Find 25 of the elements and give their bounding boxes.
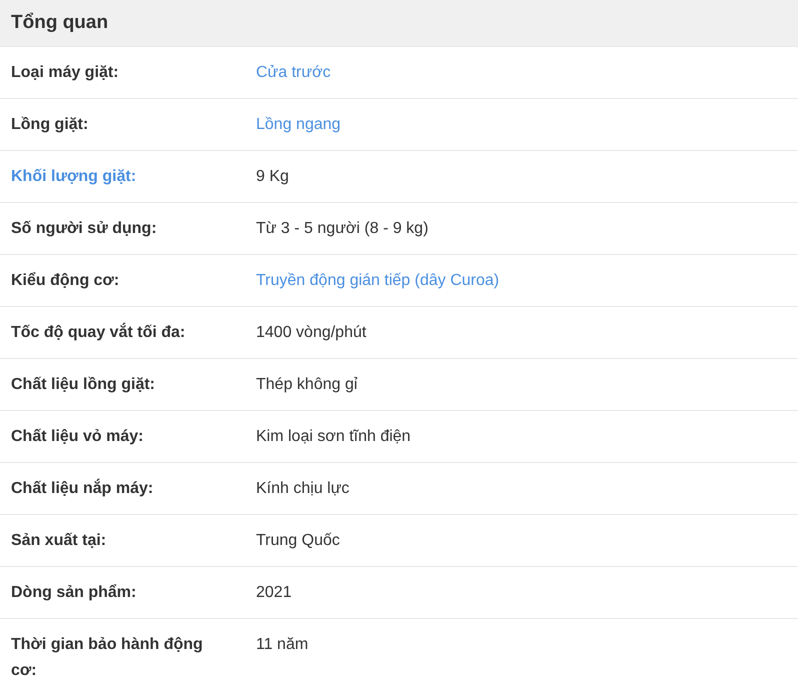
section-title: Tổng quan (11, 12, 108, 34)
spec-link[interactable]: Lồng ngang (256, 112, 341, 138)
spec-value: 11 năm (256, 635, 308, 655)
spec-label: Sản xuất tại: (11, 531, 106, 551)
spec-label: Số người sử dụng: (11, 219, 157, 239)
spec-value: 2021 (256, 583, 292, 603)
spec-label: Chất liệu nắp máy: (11, 478, 154, 499)
spec-link[interactable]: Cửa trước (256, 60, 331, 86)
spec-value: Trung Quốc (256, 531, 340, 551)
spec-value: 9 Kg (256, 167, 289, 187)
spec-label: Tốc độ quay vắt tối đa: (11, 322, 186, 343)
spec-value: Kim loại sơn tĩnh điện (256, 427, 411, 447)
spec-label: Thời gian bảo hành động cơ: (11, 635, 204, 681)
spec-link[interactable]: Khối lượng giặt: (11, 164, 136, 190)
spec-label: Loại máy giặt: (11, 63, 119, 83)
spec-value: Từ 3 - 5 người (8 - 9 kg) (256, 219, 428, 239)
spec-label: Chất liệu lồng giặt: (11, 375, 155, 395)
spec-label: Chất liệu vỏ máy: (11, 427, 144, 447)
spec-value: Thép không gỉ (256, 375, 358, 395)
spec-value: Kính chịu lực (256, 479, 350, 499)
spec-link[interactable]: Truyền động gián tiếp (dây Curoa) (256, 268, 500, 294)
spec-label: Kiểu động cơ: (11, 271, 120, 291)
spec-value: 1400 vòng/phút (256, 323, 366, 343)
spec-label: Lồng giặt: (11, 115, 88, 135)
spec-label: Dòng sản phẩm: (11, 583, 136, 603)
